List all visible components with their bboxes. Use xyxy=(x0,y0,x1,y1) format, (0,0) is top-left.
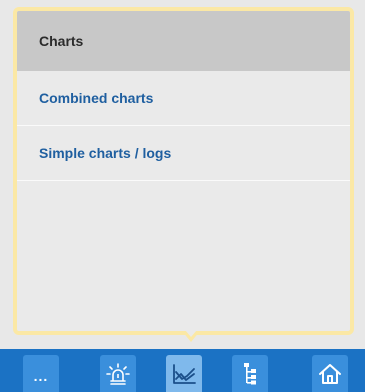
tree-button[interactable] xyxy=(232,355,268,392)
menu-item-label: Combined charts xyxy=(39,90,154,106)
line-chart-icon xyxy=(172,363,196,385)
tree-structure-icon xyxy=(242,362,258,386)
alarm-light-icon xyxy=(106,362,130,385)
menu-header: Charts xyxy=(17,11,350,71)
home-icon xyxy=(319,363,341,384)
screen: Charts Combined charts Simple charts / l… xyxy=(0,0,365,392)
menu-item-combined-charts[interactable]: Combined charts xyxy=(17,71,350,126)
alarms-button[interactable] xyxy=(100,355,136,392)
more-dots-icon: ... xyxy=(33,367,49,384)
home-button[interactable] xyxy=(312,355,348,392)
popup-pointer-inner xyxy=(185,330,197,337)
menu-header-label: Charts xyxy=(39,33,84,49)
bottom-toolbar: ... xyxy=(0,349,365,392)
menu-item-simple-charts-logs[interactable]: Simple charts / logs xyxy=(17,126,350,181)
charts-menu-popup: Charts Combined charts Simple charts / l… xyxy=(13,7,354,335)
more-button[interactable]: ... xyxy=(23,355,59,392)
menu-item-label: Simple charts / logs xyxy=(39,145,172,161)
charts-button[interactable] xyxy=(166,355,202,392)
